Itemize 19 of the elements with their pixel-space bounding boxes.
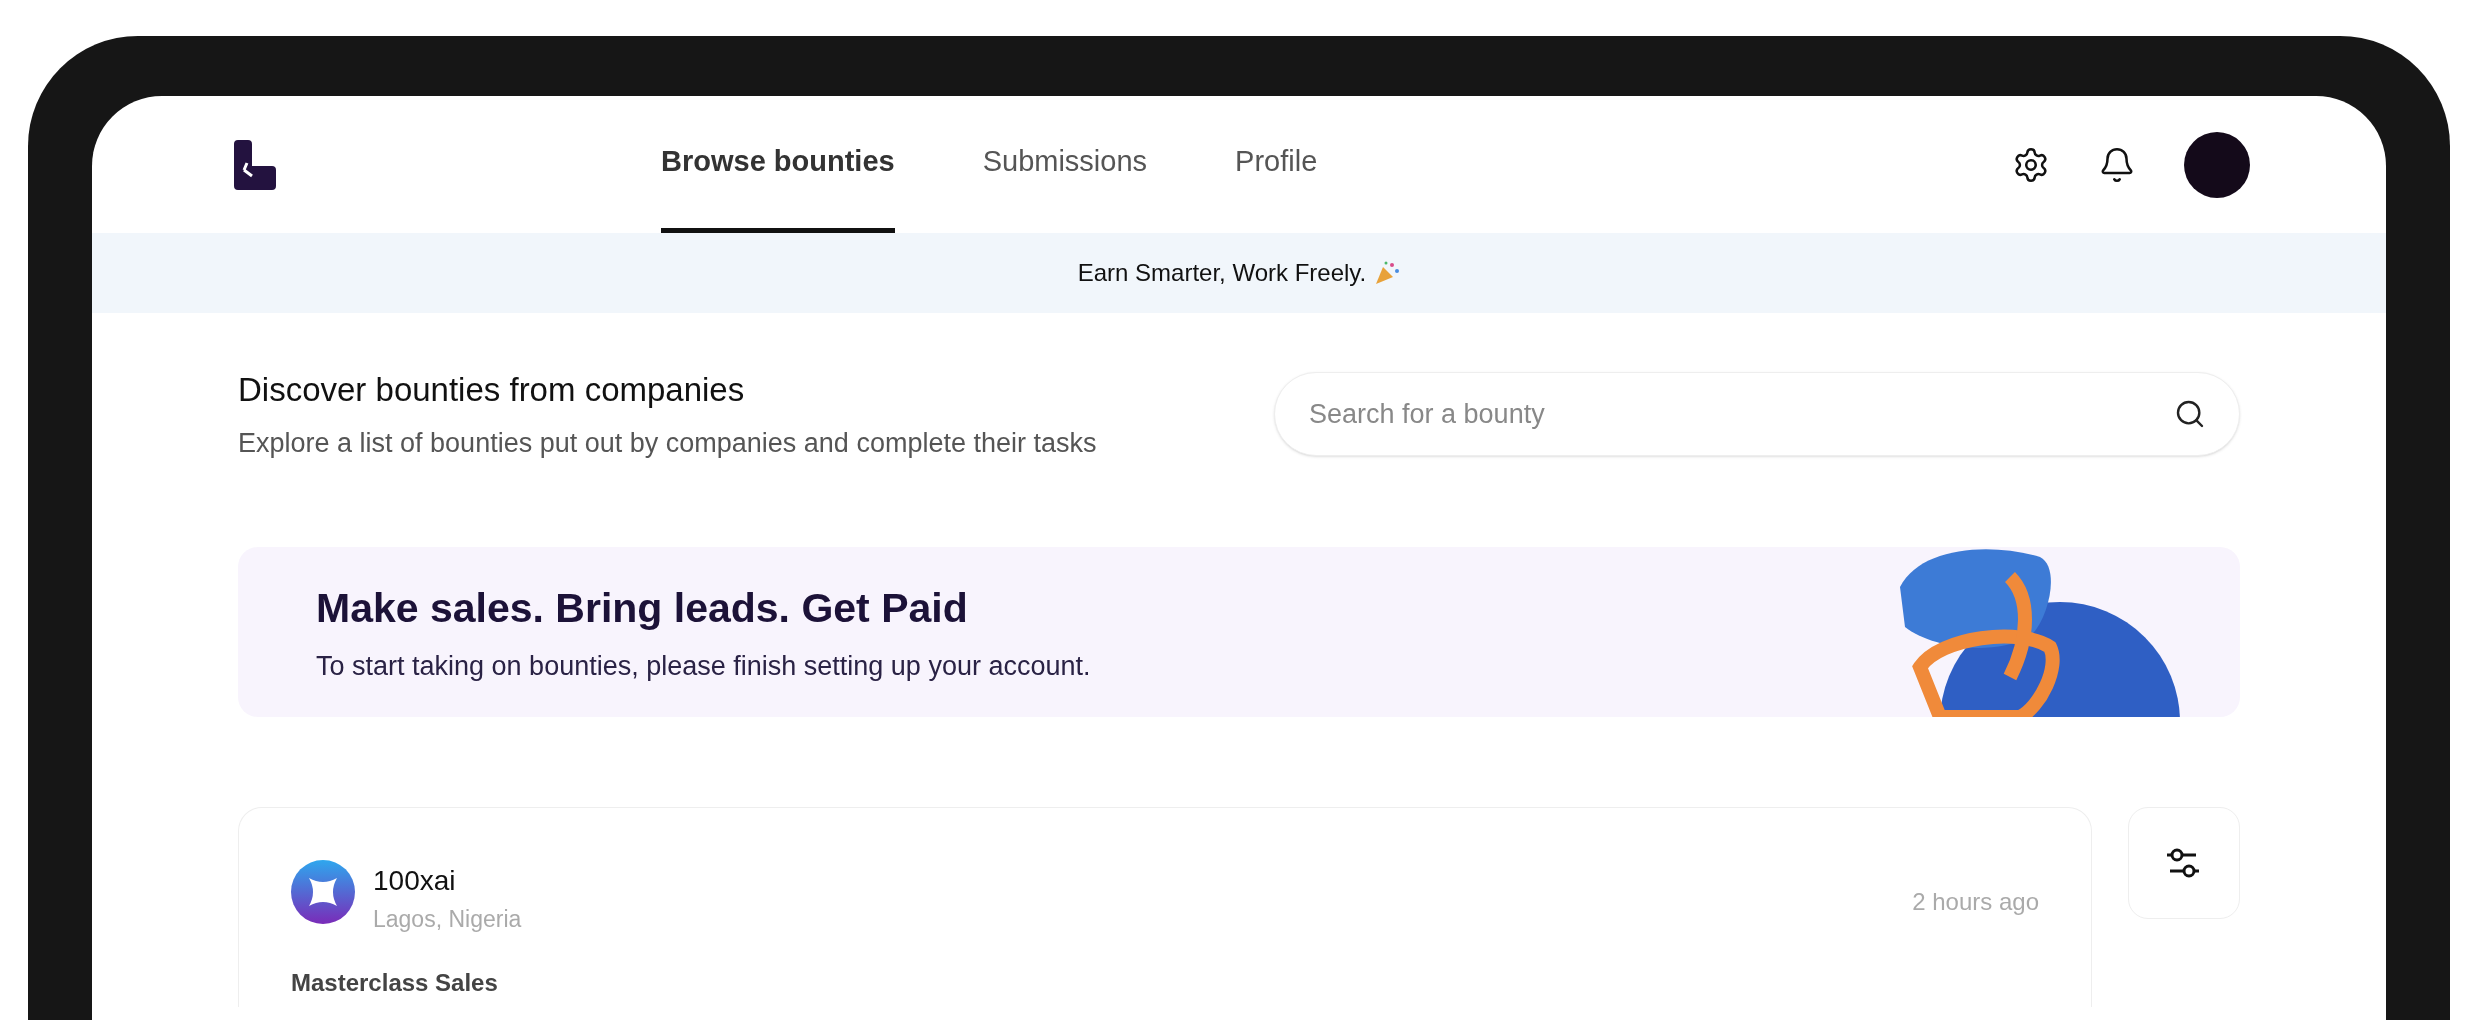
filter-button[interactable] <box>2128 807 2240 919</box>
search-field[interactable]: Search for a bounty <box>1274 372 2240 456</box>
nav-tab[interactable]: Profile <box>1235 96 1318 233</box>
posted-time: 2 hours ago <box>1912 887 2039 917</box>
settings-icon[interactable] <box>2012 145 2050 184</box>
search-icon[interactable] <box>2174 398 2206 430</box>
party-popper-icon <box>1374 260 1401 286</box>
company-logo-icon <box>291 860 355 924</box>
company-location: Lagos, Nigeria <box>373 905 522 934</box>
nav-tab[interactable]: Submissions <box>982 96 1148 233</box>
company-name: 100xai <box>373 864 457 898</box>
bounty-card[interactable]: 100xai Lagos, Nigeria 2 hours ago Masterclass Sales <box>238 807 2092 1007</box>
logo-icon[interactable] <box>232 139 276 190</box>
announcement-text: Earn Smarter, Work Freely. <box>1077 258 1367 288</box>
promo-text: To start taking on bounties, please finish setting up your account. <box>316 649 1091 683</box>
page-subtitle: Explore a list of bounties put out by companies and complete their tasks <box>238 426 1097 460</box>
promo-title: Make sales. Bring leads. Get Paid <box>316 584 969 633</box>
bounty-title: Masterclass Sales <box>291 968 498 996</box>
page-title: Discover bounties from companies <box>238 370 746 410</box>
